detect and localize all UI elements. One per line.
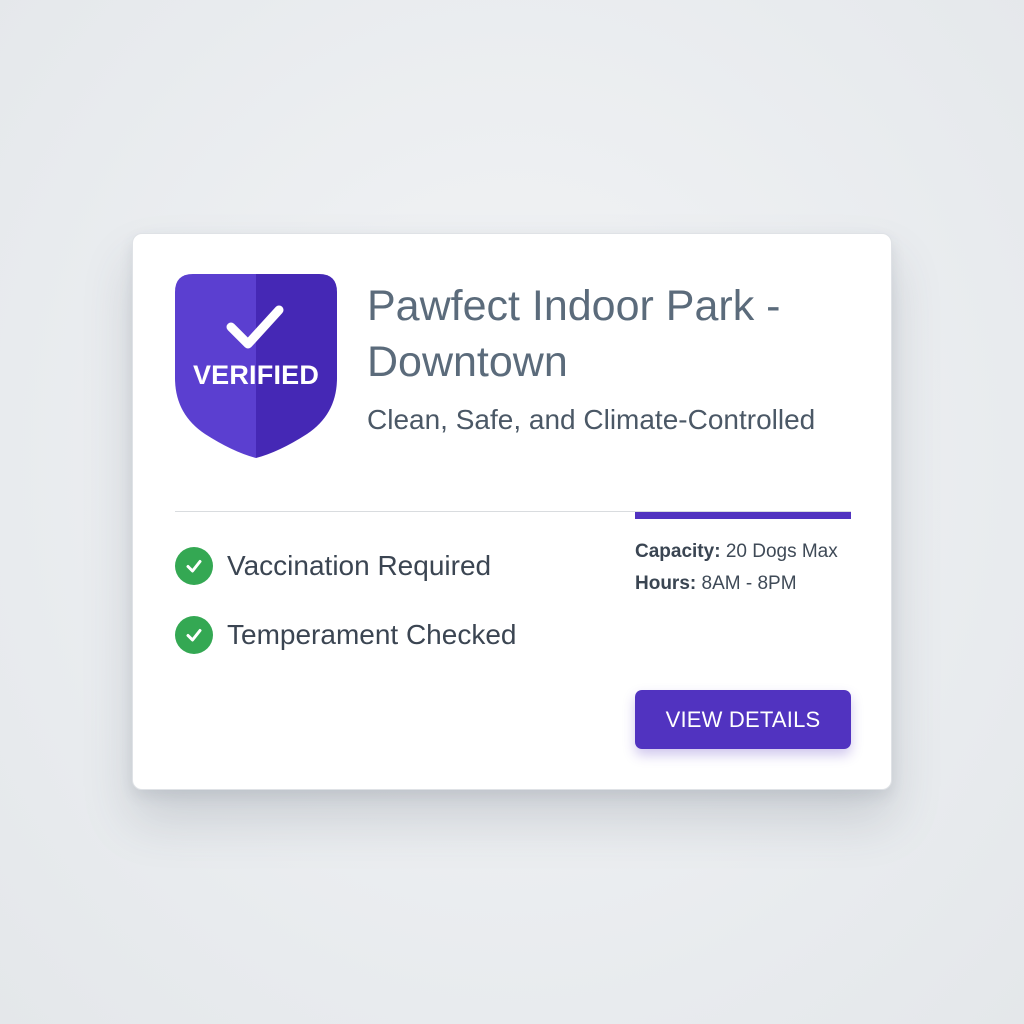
- park-stats: Capacity: 20 Dogs Max Hours: 8AM - 8PM: [635, 536, 838, 600]
- park-title: Pawfect Indoor Park - Downtown: [367, 282, 781, 386]
- park-card: VERIFIED Pawfect Indoor Park - Downtown …: [132, 233, 892, 790]
- list-item: Temperament Checked: [175, 616, 516, 654]
- page-background: VERIFIED Pawfect Indoor Park - Downtown …: [0, 0, 1024, 1024]
- requirements-list: Vaccination Required Temperament Checked: [175, 547, 516, 685]
- capacity-value: 20 Dogs Max: [725, 541, 838, 562]
- capacity-row: Capacity: 20 Dogs Max: [635, 536, 838, 568]
- view-details-button[interactable]: VIEW DETAILS: [635, 690, 851, 749]
- requirement-label: Vaccination Required: [227, 550, 492, 581]
- hours-value: 8AM - 8PM: [701, 573, 797, 594]
- verified-label: VERIFIED: [192, 360, 320, 390]
- check-circle-icon: [175, 547, 213, 585]
- list-item: Vaccination Required: [175, 547, 516, 585]
- capacity-label: Capacity:: [635, 541, 721, 562]
- verified-badge: VERIFIED: [175, 274, 337, 458]
- accent-bar: [635, 512, 851, 519]
- park-subtitle: Clean, Safe, and Climate-Controlled: [367, 404, 816, 435]
- hours-label: Hours:: [635, 573, 697, 594]
- check-circle-icon: [175, 616, 213, 654]
- requirement-label: Temperament Checked: [227, 619, 517, 650]
- hours-row: Hours: 8AM - 8PM: [635, 568, 838, 600]
